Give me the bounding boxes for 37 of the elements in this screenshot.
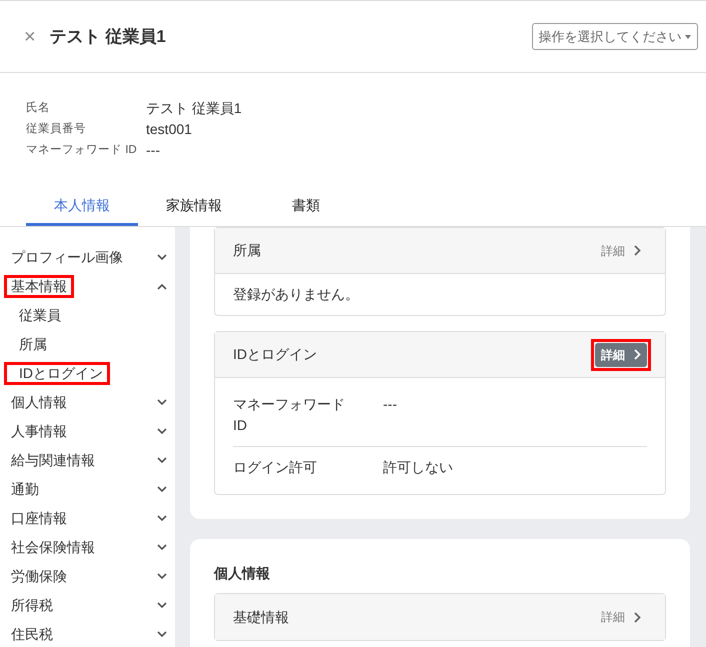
field-label: マネーフォワード ID	[26, 142, 138, 158]
field-label: ログイン許可	[233, 458, 318, 477]
close-button[interactable]: ×	[24, 26, 36, 46]
sidebar-item[interactable]: 労働保険	[4, 565, 74, 588]
sidebar-item[interactable]: 個人情報	[4, 391, 74, 414]
field-value: ---	[383, 395, 397, 414]
detail-button[interactable]: 詳細	[595, 342, 647, 366]
field-label: 従業員番号	[26, 122, 87, 137]
section-title: 個人情報	[214, 564, 271, 583]
field-label: マネーフォワード ID	[233, 395, 346, 435]
field-value: 許可しない	[383, 458, 453, 477]
sidebar-item[interactable]: プロフィール画像	[4, 246, 130, 269]
sidebar-item[interactable]: 口座情報	[4, 507, 74, 530]
sidebar-subitem[interactable]: 従業員	[4, 304, 68, 327]
tab[interactable]: 書類	[250, 191, 362, 226]
sidebar-item[interactable]: 通勤	[4, 478, 46, 501]
field-value: ---	[146, 141, 160, 160]
empty-message: 登録がありません。	[233, 286, 359, 302]
field-value: テスト 従業員1	[146, 99, 242, 118]
sidebar-item[interactable]: 人事情報	[4, 420, 74, 443]
field-value: test001	[146, 120, 192, 139]
action-dropdown[interactable]: 操作を選択してください	[532, 22, 698, 50]
sidebar-subitem[interactable]: IDとログイン	[4, 362, 110, 385]
page-title: テスト 従業員1	[50, 26, 167, 48]
sidebar-item[interactable]: 基本情報	[4, 275, 74, 298]
sidebar-item[interactable]: 給与関連情報	[4, 449, 102, 472]
card-title: 基礎情報	[233, 608, 289, 626]
sidebar-item[interactable]: 所得税	[4, 594, 60, 617]
sidebar-item[interactable]: 住民税	[4, 623, 60, 646]
detail-button[interactable]: 詳細	[595, 605, 647, 629]
card-title: 所属	[233, 241, 261, 260]
card-title: IDとログイン	[233, 345, 317, 364]
field-label: 氏名	[26, 100, 51, 116]
sidebar-subitem[interactable]: 所属	[4, 333, 54, 356]
sidebar-item[interactable]: 社会保険情報	[4, 536, 102, 559]
detail-button[interactable]: 詳細	[595, 238, 647, 262]
tab[interactable]: 家族情報	[138, 191, 250, 226]
